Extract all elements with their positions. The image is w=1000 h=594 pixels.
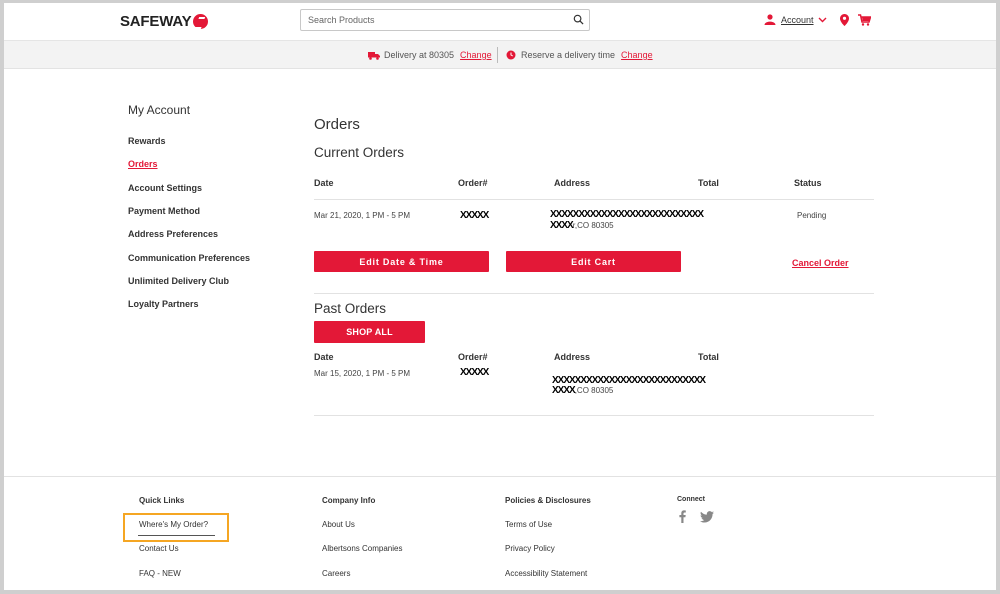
table-row: Mar 21, 2020, 1 PM - 5 PM XXXXX XXXXXXXX… xyxy=(314,209,874,239)
footer-divider xyxy=(4,476,996,477)
footer-connect-heading: Connect xyxy=(677,496,705,503)
footer-link-about-us[interactable]: About Us xyxy=(322,520,355,529)
sidebar-item-payment-method[interactable]: Payment Method xyxy=(128,206,200,216)
safeway-s-icon xyxy=(193,14,209,29)
past-order-number: XXXXX xyxy=(460,367,489,378)
delivery-text: Delivery at 80305 xyxy=(384,50,455,60)
delivery-bar: Delivery at 80305 Change Reserve a deliv… xyxy=(4,41,996,69)
edit-cart-button[interactable]: Edit Cart xyxy=(506,251,681,272)
table-row: Mar 15, 2020, 1 PM - 5 PM XXXXX XXXXXXXX… xyxy=(314,367,874,397)
reserve-info: Reserve a delivery time Change xyxy=(506,50,653,60)
sidebar-item-loyalty-partners[interactable]: Loyalty Partners xyxy=(128,299,199,309)
col-header-order: Order# xyxy=(458,178,488,188)
order-address-line1: XXXXXXXXXXXXXXXXXXXXXXXXXXX xyxy=(550,210,704,220)
past-address-redacted: XXXX xyxy=(552,385,576,396)
past-order-date: Mar 15, 2020, 1 PM - 5 PM xyxy=(314,369,411,378)
current-orders-heading: Current Orders xyxy=(314,145,405,160)
address-redacted: XXXX xyxy=(550,220,574,231)
table-divider xyxy=(314,199,874,200)
order-number: XXXXX xyxy=(460,210,489,221)
footer-company-info-heading: Company Info xyxy=(322,496,376,505)
past-address-city: ,CO 80305 xyxy=(574,386,614,395)
edit-date-time-button[interactable]: Edit Date & Time xyxy=(314,251,489,272)
order-date: Mar 21, 2020, 1 PM - 5 PM xyxy=(314,211,411,220)
section-divider xyxy=(314,415,874,416)
order-address-line2: XXXX r,CO 80305 xyxy=(550,221,614,231)
sidebar-item-address-preferences[interactable]: Address Preferences xyxy=(128,229,218,239)
footer-link-privacy[interactable]: Privacy Policy xyxy=(505,544,555,553)
past-orders-heading: Past Orders xyxy=(314,301,387,316)
col-header-date: Date xyxy=(314,178,334,188)
account-menu[interactable]: Account xyxy=(764,14,827,25)
reserve-change-link[interactable]: Change xyxy=(621,50,653,60)
page-title: Orders xyxy=(314,116,360,133)
safeway-logo[interactable]: SAFEWAY xyxy=(120,13,209,30)
footer-link-careers[interactable]: Careers xyxy=(322,569,350,578)
clock-icon xyxy=(506,50,516,60)
sidebar-item-communication-preferences[interactable]: Communication Preferences xyxy=(128,253,250,263)
sidebar-item-unlimited-delivery-club[interactable]: Unlimited Delivery Club xyxy=(128,276,229,286)
past-col-header-total: Total xyxy=(698,352,719,362)
sidebar-title: My Account xyxy=(128,103,191,117)
col-header-total: Total xyxy=(698,178,719,188)
search-placeholder: Search Products xyxy=(308,15,375,25)
footer-link-albertsons[interactable]: Albertsons Companies xyxy=(322,544,402,553)
sidebar-item-rewards[interactable]: Rewards xyxy=(128,136,166,146)
past-col-header-order: Order# xyxy=(458,352,488,362)
account-label[interactable]: Account xyxy=(781,15,814,25)
shop-all-button[interactable]: SHOP ALL xyxy=(314,321,425,343)
col-header-address: Address xyxy=(554,178,591,188)
order-status: Pending xyxy=(797,211,827,220)
footer-link-accessibility[interactable]: Accessibility Statement xyxy=(505,569,587,578)
reserve-text: Reserve a delivery time xyxy=(521,50,616,60)
sidebar-item-orders[interactable]: Orders xyxy=(128,159,158,169)
past-order-address-line2: XXXX ,CO 80305 xyxy=(552,386,613,396)
past-col-header-date: Date xyxy=(314,352,334,362)
footer-link-terms[interactable]: Terms of Use xyxy=(505,520,552,529)
delivery-change-link[interactable]: Change xyxy=(460,50,492,60)
sidebar-item-account-settings[interactable]: Account Settings xyxy=(128,183,202,193)
divider xyxy=(497,47,498,63)
link-underline xyxy=(138,535,215,536)
location-pin-icon[interactable] xyxy=(840,14,849,26)
col-header-status: Status xyxy=(794,178,822,188)
browser-frame: SAFEWAY Search Products Account Delivery… xyxy=(0,0,1000,594)
cart-icon[interactable] xyxy=(858,14,871,26)
twitter-icon[interactable] xyxy=(700,511,714,523)
address-city: r,CO 80305 xyxy=(572,221,614,230)
footer-link-contact-us[interactable]: Contact Us xyxy=(139,544,179,553)
facebook-icon[interactable] xyxy=(679,510,686,523)
past-order-address-line1: XXXXXXXXXXXXXXXXXXXXXXXXXXX xyxy=(552,376,706,386)
cancel-order-link[interactable]: Cancel Order xyxy=(792,258,849,268)
logo-text: SAFEWAY xyxy=(120,13,192,30)
delivery-info: Delivery at 80305 Change xyxy=(368,50,492,60)
site-header: SAFEWAY Search Products Account xyxy=(4,3,996,41)
footer-quick-links-heading: Quick Links xyxy=(139,496,185,505)
footer-link-faq[interactable]: FAQ - NEW xyxy=(139,569,181,578)
section-divider xyxy=(314,293,874,294)
footer-link-wheres-my-order[interactable]: Where's My Order? xyxy=(139,520,208,529)
search-icon[interactable] xyxy=(573,14,584,25)
user-icon xyxy=(764,14,776,25)
footer-policies-heading: Policies & Disclosures xyxy=(505,496,591,505)
search-input[interactable]: Search Products xyxy=(300,9,590,31)
delivery-truck-icon xyxy=(368,51,380,60)
chevron-down-icon[interactable] xyxy=(818,17,827,23)
past-col-header-address: Address xyxy=(554,352,591,362)
